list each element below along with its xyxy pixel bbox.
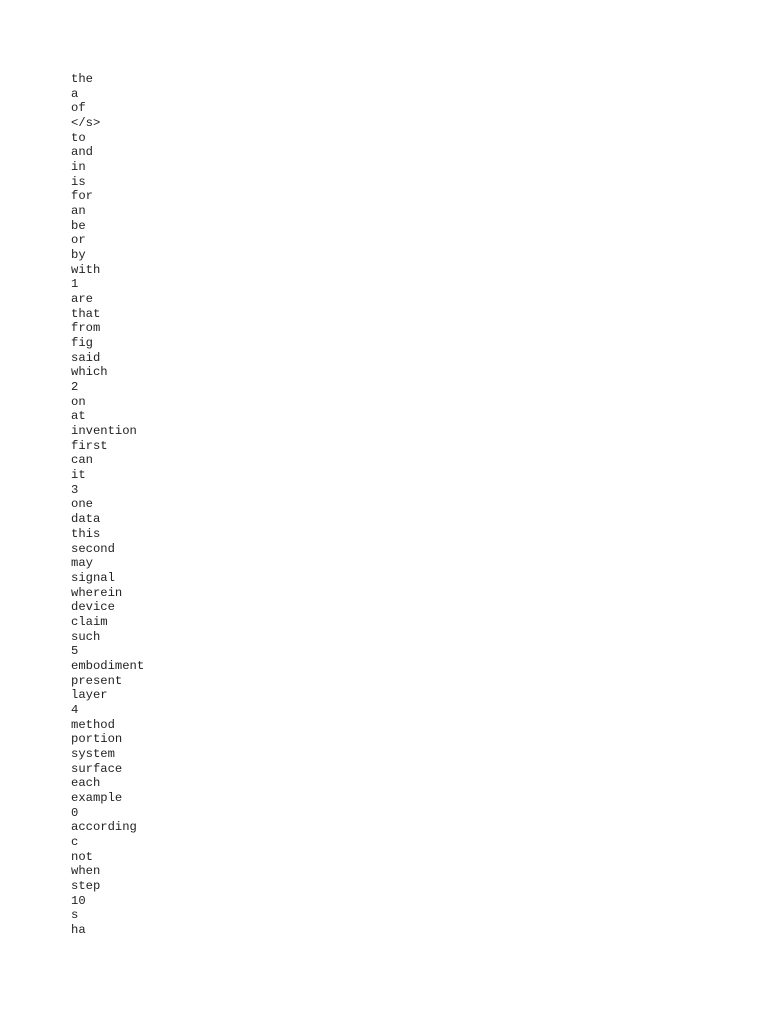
word-item: method	[71, 717, 115, 732]
word-item: one	[71, 497, 93, 512]
word-item: when	[71, 864, 101, 879]
word-item: 4	[71, 702, 79, 717]
word-item: at	[71, 409, 86, 424]
word-item: in	[71, 160, 86, 175]
word-item: first	[71, 438, 108, 453]
word-item: which	[71, 365, 108, 380]
word-item: 0	[71, 805, 79, 820]
word-list: the a of </s> to and in is for an be or by with 1 are th…	[71, 72, 144, 938]
word-item: </s>	[71, 116, 101, 131]
word-item: of	[71, 101, 86, 116]
word-item: signal	[71, 570, 115, 585]
word-item: that	[71, 306, 101, 321]
word-item: this	[71, 526, 101, 541]
word-item: invention	[71, 424, 137, 439]
word-item: for	[71, 189, 93, 204]
word-item: to	[71, 130, 86, 145]
word-item: device	[71, 600, 115, 615]
word-item: portion	[71, 732, 123, 747]
word-item: example	[71, 790, 123, 805]
word-item: step	[71, 878, 101, 893]
word-item: is	[71, 174, 86, 189]
page: the a of </s> to and in is for an be or by with 1 are th…	[0, 0, 768, 1024]
word-item: a	[71, 86, 79, 101]
word-item: each	[71, 776, 101, 791]
word-item: are	[71, 292, 93, 307]
word-item: second	[71, 541, 115, 556]
word-item: 3	[71, 482, 79, 497]
word-item: according	[71, 820, 137, 835]
word-item: with	[71, 262, 101, 277]
word-item: claim	[71, 614, 108, 629]
word-item: it	[71, 468, 86, 483]
word-item: may	[71, 556, 93, 571]
word-item: s	[71, 908, 79, 923]
word-item: such	[71, 629, 101, 644]
word-item: by	[71, 248, 86, 263]
word-item: not	[71, 849, 93, 864]
word-item: ha	[71, 922, 86, 937]
word-item: wherein	[71, 585, 123, 600]
word-item: 10	[71, 893, 86, 908]
word-item: on	[71, 394, 86, 409]
word-item: 1	[71, 277, 79, 292]
word-item: an	[71, 204, 86, 219]
word-item: can	[71, 453, 93, 468]
word-item: said	[71, 350, 101, 365]
word-item: embodiment	[71, 658, 145, 673]
word-item: fig	[71, 336, 93, 351]
word-item: be	[71, 218, 86, 233]
word-item: surface	[71, 761, 123, 776]
word-item: data	[71, 512, 101, 527]
word-item: 2	[71, 380, 79, 395]
word-item: c	[71, 834, 79, 849]
word-item: present	[71, 673, 123, 688]
word-item: from	[71, 321, 101, 336]
word-item: and	[71, 145, 93, 160]
word-item: 5	[71, 644, 79, 659]
word-item: or	[71, 233, 86, 248]
word-item: the	[71, 72, 93, 86]
word-item: layer	[71, 688, 108, 703]
word-item: system	[71, 746, 115, 761]
